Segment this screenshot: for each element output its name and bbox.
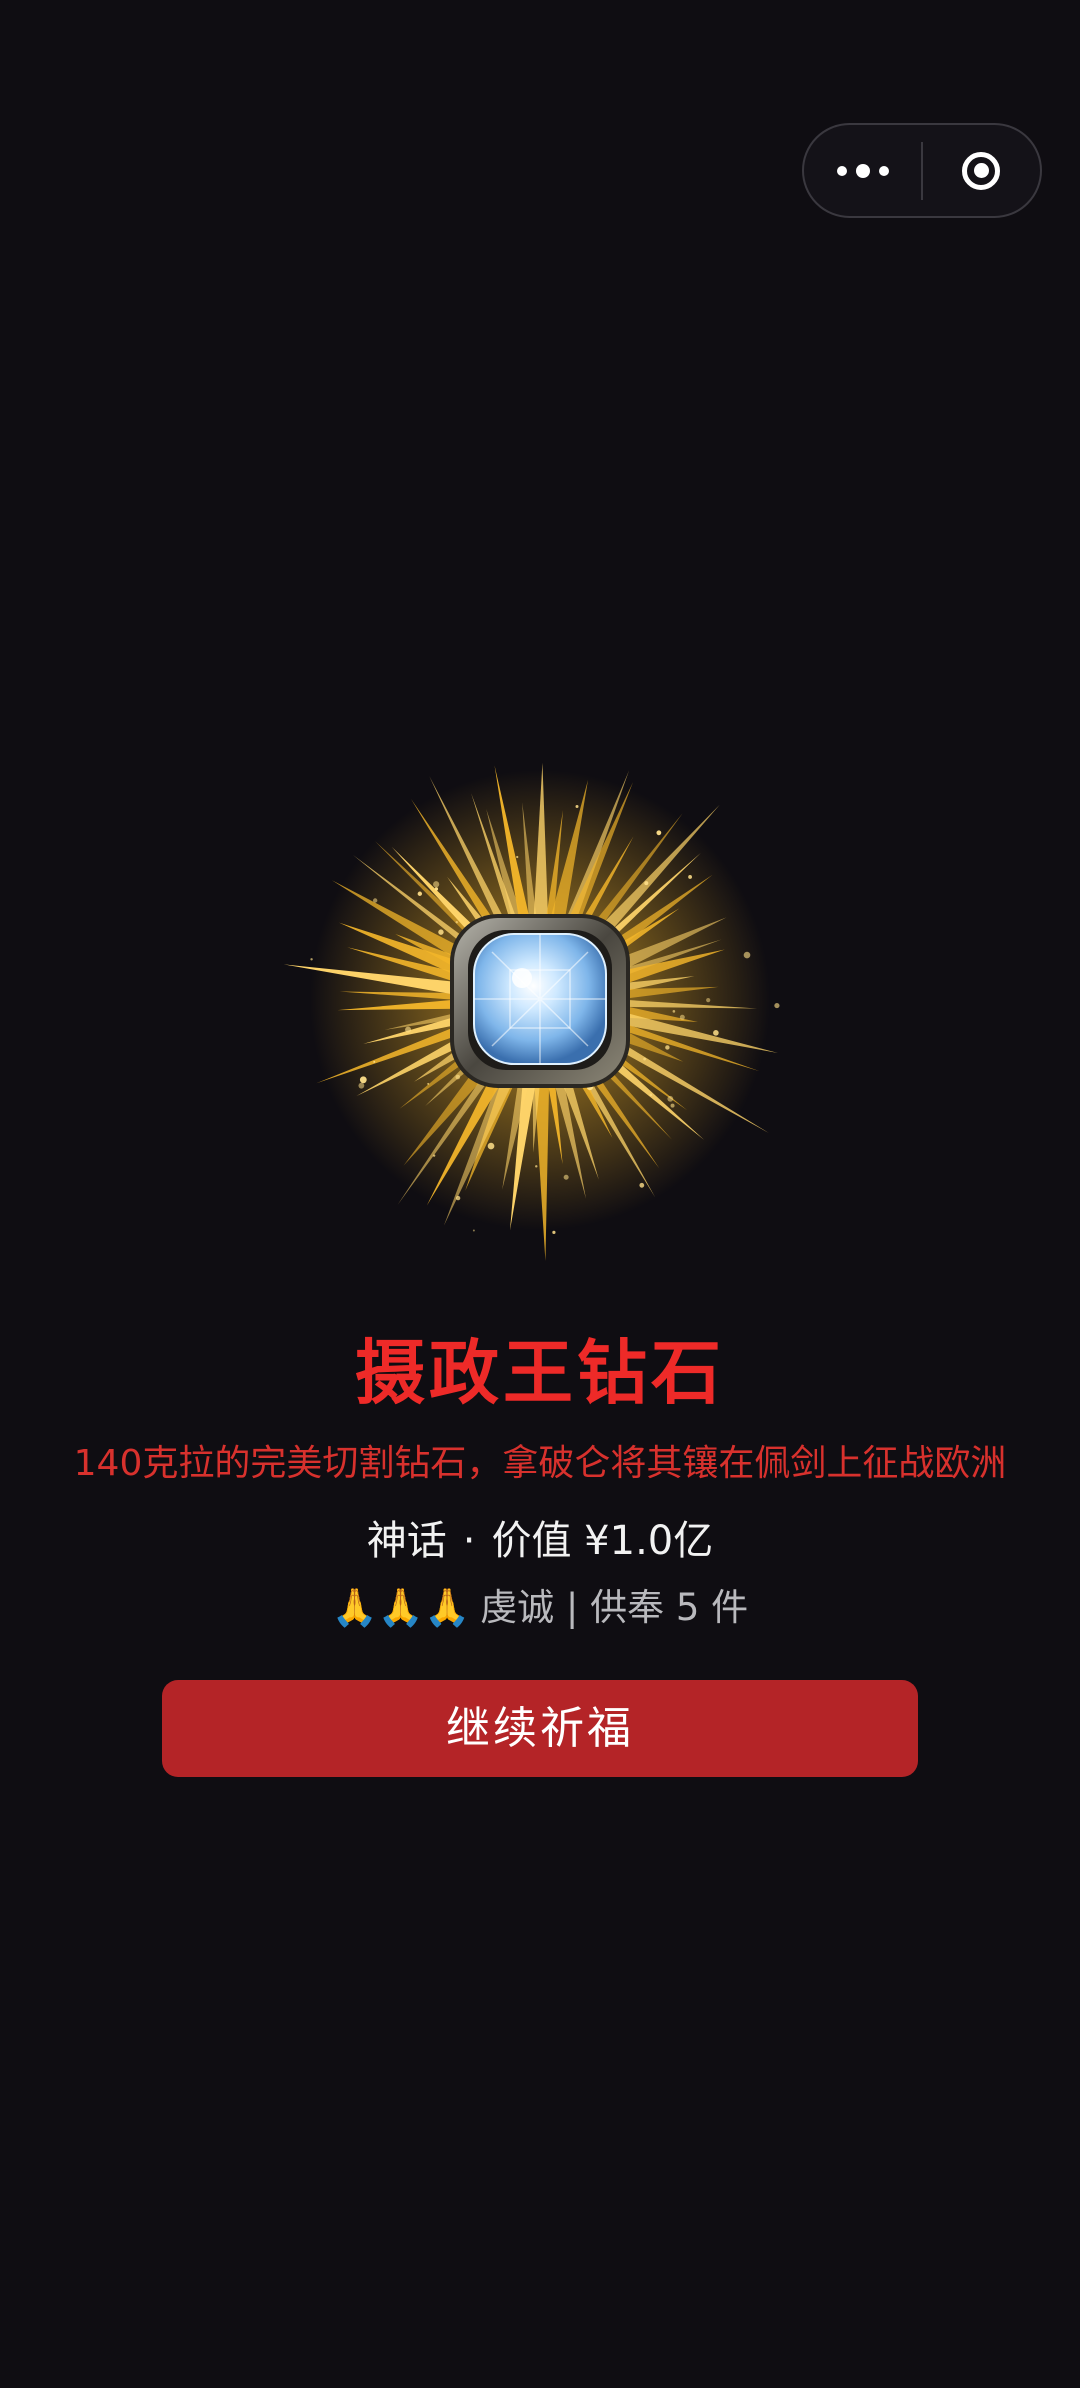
sparkle	[743, 951, 751, 959]
sparkle	[427, 1082, 430, 1085]
sparkle	[639, 1182, 645, 1188]
sparkle	[649, 1093, 653, 1097]
regent-diamond-ring-icon	[283, 762, 780, 1262]
sparkle	[535, 1165, 538, 1168]
sparkle	[373, 1060, 376, 1063]
sparkle	[656, 830, 662, 836]
meta-separator: ·	[462, 1518, 476, 1564]
sparkle	[644, 881, 649, 886]
sparkle	[672, 1010, 676, 1013]
sparkle	[405, 1026, 412, 1033]
sparkle	[665, 1045, 670, 1050]
devotion-text: 虔诚 | 供奉 5 件	[480, 1586, 749, 1629]
sparkle	[706, 998, 711, 1003]
sparkle	[679, 1014, 685, 1020]
sparkle	[774, 1002, 780, 1009]
value-label: 价值 ¥1.0亿	[491, 1518, 714, 1564]
rarity-label: 神话	[366, 1518, 447, 1564]
sparkle	[455, 1195, 461, 1201]
sparkle	[575, 804, 579, 808]
sparkle	[372, 898, 378, 903]
sparkle	[358, 1082, 365, 1089]
sparkle	[310, 958, 313, 961]
sparkle	[433, 881, 440, 888]
sparkle	[359, 1076, 367, 1084]
sparkle	[487, 1142, 495, 1150]
sparkle	[552, 1230, 556, 1235]
target-icon	[962, 151, 1001, 190]
sparkle	[455, 921, 458, 924]
continue-blessing-button[interactable]: 继续祈福	[162, 1680, 918, 1777]
sparkle	[563, 1174, 569, 1180]
sparkle	[432, 1154, 436, 1157]
sparkle	[688, 875, 692, 879]
pray-hands-icon: 🙏🙏🙏	[331, 1586, 471, 1629]
item-image	[260, 720, 820, 1280]
sparkle	[713, 1030, 719, 1036]
more-button[interactable]	[804, 125, 921, 216]
devotion-stats: 🙏🙏🙏 虔诚 | 供奉 5 件	[0, 1580, 1080, 1636]
more-dots-icon	[836, 163, 889, 178]
item-meta: 神话 · 价值 ¥1.0亿	[0, 1510, 1080, 1572]
sparkle	[667, 1095, 674, 1102]
close-button[interactable]	[923, 125, 1040, 216]
sparkle	[438, 929, 444, 935]
sparkle	[516, 855, 519, 859]
item-description: 140克拉的完美切割钻石，拿破仑将其镶在佩剑上征战欧洲	[73, 1443, 1007, 1484]
sparkle	[434, 887, 439, 891]
sparkle	[455, 1074, 461, 1080]
sparkle	[670, 1103, 675, 1108]
item-name: 摄政王钻石	[355, 1332, 725, 1414]
mini-program-capsule	[802, 123, 1042, 218]
sparkle	[643, 1057, 647, 1061]
sparkle	[417, 891, 423, 896]
sparkle	[472, 1229, 475, 1232]
